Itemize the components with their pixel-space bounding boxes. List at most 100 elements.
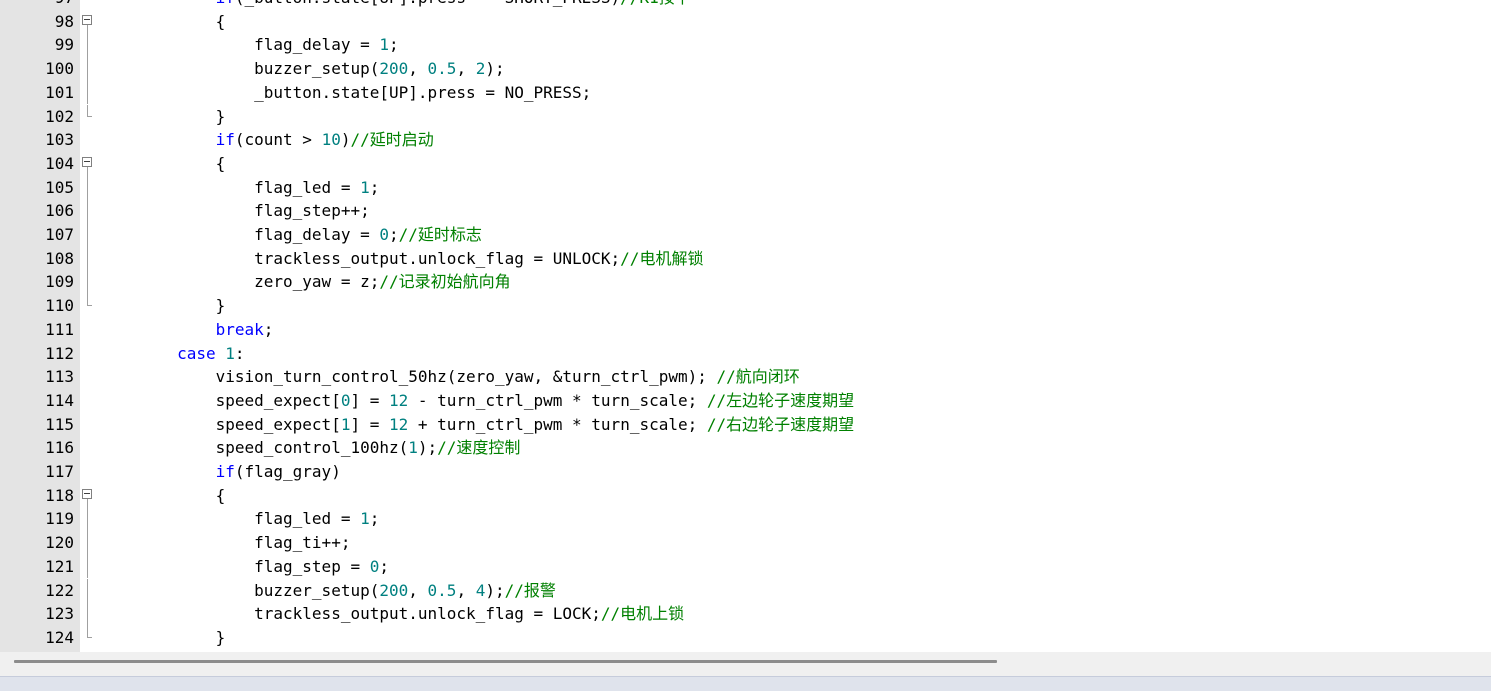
code-line[interactable]: 119 flag_led = 1; xyxy=(0,507,1491,532)
code-text[interactable]: speed_control_100hz(1);//速度控制 xyxy=(100,436,521,460)
code-token: trackless_output.unlock_flag = UNLOCK; xyxy=(254,248,621,268)
code-line[interactable]: 115 speed_expect[1] = 12 + turn_ctrl_pwm… xyxy=(0,413,1491,437)
fold-toggle-icon[interactable] xyxy=(81,10,95,34)
code-comment: //延时启动 xyxy=(350,130,434,150)
code-text[interactable]: flag_ti++; xyxy=(100,531,350,555)
code-line[interactable]: 100 buzzer_setup(200, 0.5, 2); xyxy=(0,57,1491,81)
code-keyword: break xyxy=(215,319,264,339)
code-line[interactable]: 97 if(_button.state[UP].press == SHORT_P… xyxy=(0,0,1491,10)
code-text[interactable]: trackless_output.unlock_flag = UNLOCK;//… xyxy=(100,247,703,271)
code-line[interactable]: 111 break; xyxy=(0,318,1491,342)
code-token: ); xyxy=(485,59,505,79)
code-text[interactable]: } xyxy=(100,294,226,318)
code-line[interactable]: 123 trackless_output.unlock_flag = LOCK;… xyxy=(0,602,1491,626)
code-line[interactable]: 105 flag_led = 1; xyxy=(0,175,1491,200)
code-text[interactable]: speed_expect[0] = 12 - turn_ctrl_pwm * t… xyxy=(100,389,855,413)
code-text[interactable]: case 1: xyxy=(100,342,245,366)
code-text[interactable]: flag_delay = 1; xyxy=(100,33,399,57)
code-text[interactable]: } xyxy=(100,626,226,650)
code-text[interactable]: _button.state[UP].press = NO_PRESS; xyxy=(100,81,591,105)
code-token: ); xyxy=(485,580,505,600)
code-line[interactable]: 99 flag_delay = 1; xyxy=(0,33,1491,58)
line-number: 117 xyxy=(45,462,74,481)
code-text[interactable]: { xyxy=(100,152,226,176)
fold-guide-line xyxy=(81,175,95,200)
code-token: } xyxy=(215,627,226,647)
code-token: { xyxy=(215,485,226,505)
code-text[interactable]: if(count > 10)//延时启动 xyxy=(100,128,434,152)
code-token: , xyxy=(456,580,476,600)
code-text[interactable]: flag_step = 0; xyxy=(100,555,389,579)
code-token: : xyxy=(234,343,245,363)
code-text[interactable]: speed_expect[1] = 12 + turn_ctrl_pwm * t… xyxy=(100,413,855,437)
code-line[interactable]: 101 _button.state[UP].press = NO_PRESS; xyxy=(0,80,1491,105)
code-line[interactable]: 120 flag_ti++; xyxy=(0,531,1491,555)
code-text[interactable]: buzzer_setup(200, 0.5, 2); xyxy=(100,57,505,81)
code-token: ; xyxy=(389,35,399,55)
code-token: flag_delay = xyxy=(254,225,380,244)
code-line[interactable]: 98 { xyxy=(0,10,1491,34)
line-number: 101 xyxy=(45,82,74,102)
code-text[interactable]: flag_step++; xyxy=(100,199,370,223)
code-text[interactable]: flag_led = 1; xyxy=(100,507,379,531)
code-text[interactable]: { xyxy=(100,10,226,34)
code-text[interactable]: vision_turn_control_50hz(zero_yaw, &turn… xyxy=(100,365,800,389)
line-number: 104 xyxy=(45,153,74,173)
code-token: ; xyxy=(263,319,274,339)
code-token: flag_step++; xyxy=(254,201,370,221)
code-token: , xyxy=(408,580,428,600)
code-text[interactable]: buzzer_setup(200, 0.5, 4);//报警 xyxy=(100,579,556,603)
code-line[interactable]: 124 } xyxy=(0,625,1491,650)
code-text[interactable]: break; xyxy=(100,318,274,342)
horizontal-scrollbar[interactable] xyxy=(0,652,1491,676)
fold-toggle-icon[interactable] xyxy=(81,152,95,176)
code-line[interactable]: 121 flag_step = 0; xyxy=(0,554,1491,579)
code-line[interactable]: 104 { xyxy=(0,152,1491,176)
code-number: 12 xyxy=(389,390,409,410)
code-text[interactable]: if(flag_gray) xyxy=(100,460,341,484)
code-token: flag_delay = xyxy=(254,35,380,55)
fold-empty xyxy=(81,365,95,389)
code-line[interactable]: 107 flag_delay = 0;//延时标志 xyxy=(0,223,1491,247)
code-editor[interactable]: 97 if(_button.state[UP].press == SHORT_P… xyxy=(0,0,1491,652)
code-text[interactable]: if(_button.state[UP].press == SHORT_PRES… xyxy=(100,0,691,10)
code-line[interactable]: 103 if(count > 10)//延时启动 xyxy=(0,128,1491,152)
code-text[interactable]: trackless_output.unlock_flag = LOCK;//电机… xyxy=(100,602,684,626)
code-line[interactable]: 117 if(flag_gray) xyxy=(0,460,1491,484)
code-text[interactable]: { xyxy=(100,484,226,508)
fold-guide-line xyxy=(81,223,95,247)
line-number: 119 xyxy=(45,509,74,529)
code-line[interactable]: 106 flag_step++; xyxy=(0,199,1491,223)
code-line[interactable]: 118 { xyxy=(0,484,1491,508)
code-token: } xyxy=(215,106,226,126)
code-number: 2 xyxy=(475,59,486,79)
code-line[interactable]: 116 speed_control_100hz(1);//速度控制 xyxy=(0,436,1491,460)
fold-guide-line xyxy=(81,246,95,271)
fold-toggle-icon[interactable] xyxy=(81,484,95,508)
code-line[interactable]: 113 vision_turn_control_50hz(zero_yaw, &… xyxy=(0,365,1491,389)
code-token: speed_expect[ xyxy=(215,414,341,434)
code-line[interactable]: 110 } xyxy=(0,294,1491,318)
code-text[interactable]: flag_led = 1; xyxy=(100,176,379,200)
code-line[interactable]: 109 zero_yaw = z;//记录初始航向角 xyxy=(0,270,1491,295)
code-line[interactable]: 102 } xyxy=(0,104,1491,129)
line-number: 108 xyxy=(45,248,74,268)
code-text[interactable]: zero_yaw = z;//记录初始航向角 xyxy=(100,270,511,294)
code-text[interactable]: } xyxy=(100,105,226,129)
code-line[interactable]: 122 buzzer_setup(200, 0.5, 4);//报警 xyxy=(0,578,1491,603)
fold-end-marker xyxy=(81,294,95,318)
code-line[interactable]: 112 case 1: xyxy=(0,342,1491,366)
code-text[interactable]: flag_delay = 0;//延时标志 xyxy=(100,223,482,247)
horizontal-scrollbar-thumb[interactable] xyxy=(14,660,997,663)
code-number: 12 xyxy=(389,414,409,434)
code-line[interactable]: 114 speed_expect[0] = 12 - turn_ctrl_pwm… xyxy=(0,389,1491,413)
fold-guide-line xyxy=(81,507,95,532)
code-token: - turn_ctrl_pwm * turn_scale; xyxy=(408,390,707,410)
code-line[interactable]: 108 trackless_output.unlock_flag = UNLOC… xyxy=(0,246,1491,271)
